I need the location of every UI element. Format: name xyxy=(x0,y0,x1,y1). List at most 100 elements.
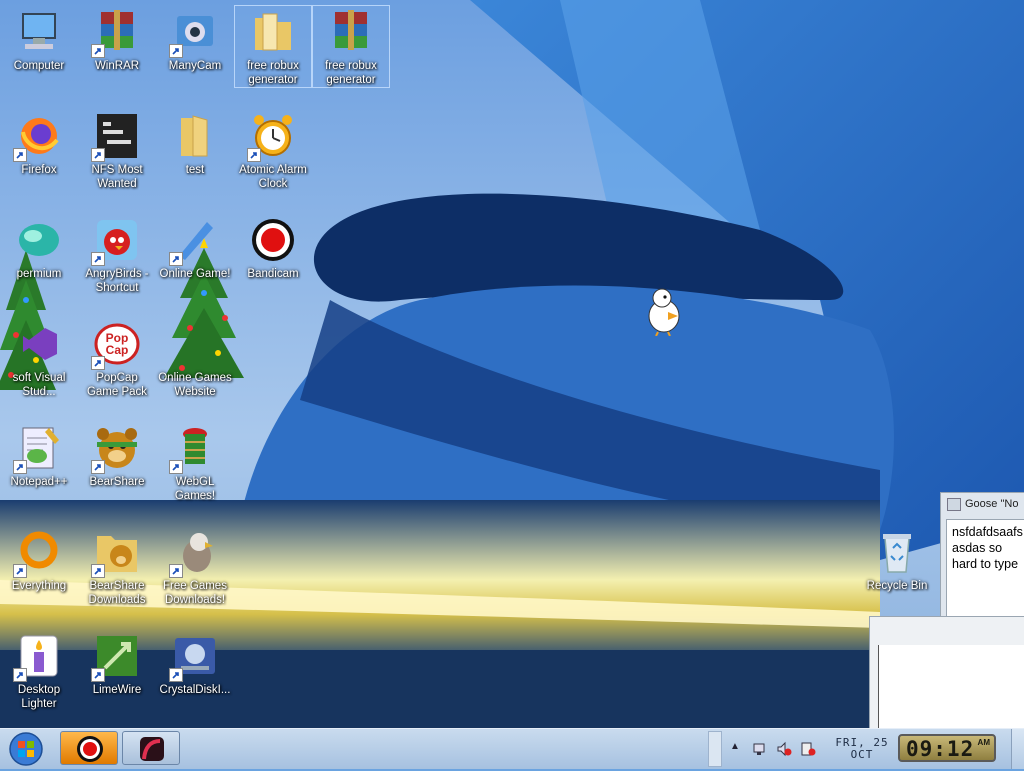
desktop-icon-crystaldiskinfo[interactable]: CrystalDiskI... xyxy=(157,630,233,697)
icon-label: free robux generator xyxy=(325,60,377,86)
icon-label: BearShare Downloads xyxy=(88,580,146,606)
taskbar-bandicam-button[interactable] xyxy=(60,731,118,765)
shortcut-arrow-icon xyxy=(91,460,105,474)
desktop-icon-bearshare-downloads[interactable]: BearShare Downloads xyxy=(79,526,155,607)
shortcut-arrow-icon xyxy=(169,252,183,266)
taskbar-scroll[interactable] xyxy=(708,731,722,767)
desktop-icon-nfs[interactable]: NFS Most Wanted xyxy=(79,110,155,191)
shortcut-arrow-icon xyxy=(91,252,105,266)
icon-label: AngryBirds - Shortcut xyxy=(85,268,149,294)
visual-studio-icon xyxy=(23,328,57,360)
icon-label: test xyxy=(185,164,205,176)
desktop-icon-limewire[interactable]: LimeWire xyxy=(79,630,155,697)
shortcut-arrow-icon xyxy=(169,668,183,682)
icon-label: free robux generator xyxy=(247,60,299,86)
desktop-icon-firefox[interactable]: Firefox xyxy=(1,110,77,177)
icon-label: soft Visual Stud... xyxy=(12,372,66,398)
icon-label: Firefox xyxy=(21,164,57,176)
shortcut-arrow-icon xyxy=(91,564,105,578)
goose-note-title: Goose "No xyxy=(965,498,1019,510)
permium-icon xyxy=(19,224,59,256)
icon-label: LimeWire xyxy=(92,684,142,696)
recycle-bin-icon xyxy=(883,534,911,573)
shortcut-arrow-icon xyxy=(91,148,105,162)
icon-label: WinRAR xyxy=(94,60,140,72)
desktop-icon-online-games-website[interactable]: Online Games Website xyxy=(157,318,233,399)
shortcut-arrow-icon xyxy=(13,148,27,162)
desktop-icon-test[interactable]: test xyxy=(157,110,233,177)
folder-icon xyxy=(181,115,208,157)
icon-label: Online Games Website xyxy=(158,372,232,398)
icon-label: Recycle Bin xyxy=(866,580,928,592)
icon-label: Atomic Alarm Clock xyxy=(239,164,307,190)
goose-note-titlebar[interactable]: Goose "No xyxy=(941,493,1024,515)
desktop-icon-webgl-games[interactable]: WebGL Games! xyxy=(157,422,233,503)
background-window-content[interactable] xyxy=(878,645,1024,728)
desktop-icon-visual-studio[interactable]: soft Visual Stud... xyxy=(1,318,77,399)
tray-date[interactable]: FRI, 25 OCT xyxy=(832,737,892,761)
desktop[interactable]: Computer WinRAR ManyCam free robux gener… xyxy=(0,0,1024,728)
desktop-icon-permium[interactable]: permium xyxy=(1,214,77,281)
desktop-icon-free-robux-archive[interactable]: free robux generator xyxy=(312,5,390,88)
shortcut-arrow-icon xyxy=(91,356,105,370)
desktop-icon-winrar[interactable]: WinRAR xyxy=(79,6,155,73)
icon-label: Online Game! xyxy=(159,268,231,280)
desktop-icon-desktop-lighter[interactable]: Desktop Lighter xyxy=(1,630,77,711)
tray-clock-time: 09:12 xyxy=(906,737,975,761)
desktop-icon-everything[interactable]: Everything xyxy=(1,526,77,593)
tray-clock-ampm: AM xyxy=(977,738,990,747)
desktop-icon-online-game[interactable]: Online Game! xyxy=(157,214,233,281)
shortcut-arrow-icon xyxy=(91,44,105,58)
notepad-icon xyxy=(947,498,961,511)
desktop-icon-manycam[interactable]: ManyCam xyxy=(157,6,233,73)
desktop-icon-bandicam[interactable]: Bandicam xyxy=(235,214,311,281)
icon-label: Free Games Downloads! xyxy=(163,580,227,606)
network-icon[interactable] xyxy=(752,741,768,757)
desktop-icon-atomic-alarm-clock[interactable]: Atomic Alarm Clock xyxy=(235,110,311,191)
desktop-icon-free-robux-folder[interactable]: free robux generator xyxy=(234,5,312,88)
icon-label: BearShare xyxy=(89,476,145,488)
icon-label: Everything xyxy=(11,580,67,592)
desktop-icon-bearshare[interactable]: BearShare xyxy=(79,422,155,489)
goose-icon[interactable] xyxy=(646,286,684,336)
shortcut-arrow-icon xyxy=(169,460,183,474)
icon-label: Desktop Lighter xyxy=(17,684,61,710)
icon-label: WebGL Games! xyxy=(174,476,216,502)
icon-label: Computer xyxy=(13,60,65,72)
shortcut-arrow-icon xyxy=(13,668,27,682)
desktop-icon-computer[interactable]: Computer xyxy=(1,6,77,73)
volume-muted-icon[interactable] xyxy=(776,741,792,757)
shortcut-arrow-icon xyxy=(91,668,105,682)
svg-text:Cap: Cap xyxy=(106,343,129,357)
show-desktop-button[interactable] xyxy=(1011,729,1024,769)
tray-clock[interactable]: 09:12 AM xyxy=(898,734,996,762)
shortcut-arrow-icon xyxy=(13,564,27,578)
start-button[interactable] xyxy=(3,731,49,767)
icon-label: Bandicam xyxy=(247,268,299,280)
desktop-icon-popcap[interactable]: Pop Cap PopCap Game Pack xyxy=(79,318,155,399)
folder-icon xyxy=(255,13,291,51)
icon-label: PopCap Game Pack xyxy=(86,372,148,398)
action-center-icon[interactable] xyxy=(800,741,816,757)
taskbar-app-button[interactable] xyxy=(122,731,180,765)
winrar-archive-icon xyxy=(335,10,367,50)
desktop-icon-angrybirds[interactable]: AngryBirds - Shortcut xyxy=(79,214,155,295)
tray-date-month: OCT xyxy=(850,748,874,761)
desktop-icon-recycle-bin[interactable]: Recycle Bin xyxy=(859,526,935,593)
shortcut-arrow-icon xyxy=(13,460,27,474)
bandicam-icon xyxy=(252,219,294,261)
desktop-icon-notepadpp[interactable]: Notepad++ xyxy=(1,422,77,489)
taskbar: ▲ FRI, 25 OCT 09:12 AM xyxy=(0,728,1024,769)
desktop-icon-free-games-downloads[interactable]: Free Games Downloads! xyxy=(157,526,233,607)
app-icon xyxy=(140,737,164,761)
shortcut-arrow-icon xyxy=(169,44,183,58)
online-games-icon xyxy=(171,320,219,368)
icon-label: ManyCam xyxy=(168,60,222,72)
icon-label: permium xyxy=(16,268,62,280)
tray-chevron-up-icon[interactable]: ▲ xyxy=(730,741,740,752)
background-window[interactable] xyxy=(869,616,1024,728)
bandicam-icon xyxy=(77,736,103,762)
shortcut-arrow-icon xyxy=(169,564,183,578)
computer-icon xyxy=(22,13,56,49)
icon-label: Notepad++ xyxy=(10,476,68,488)
